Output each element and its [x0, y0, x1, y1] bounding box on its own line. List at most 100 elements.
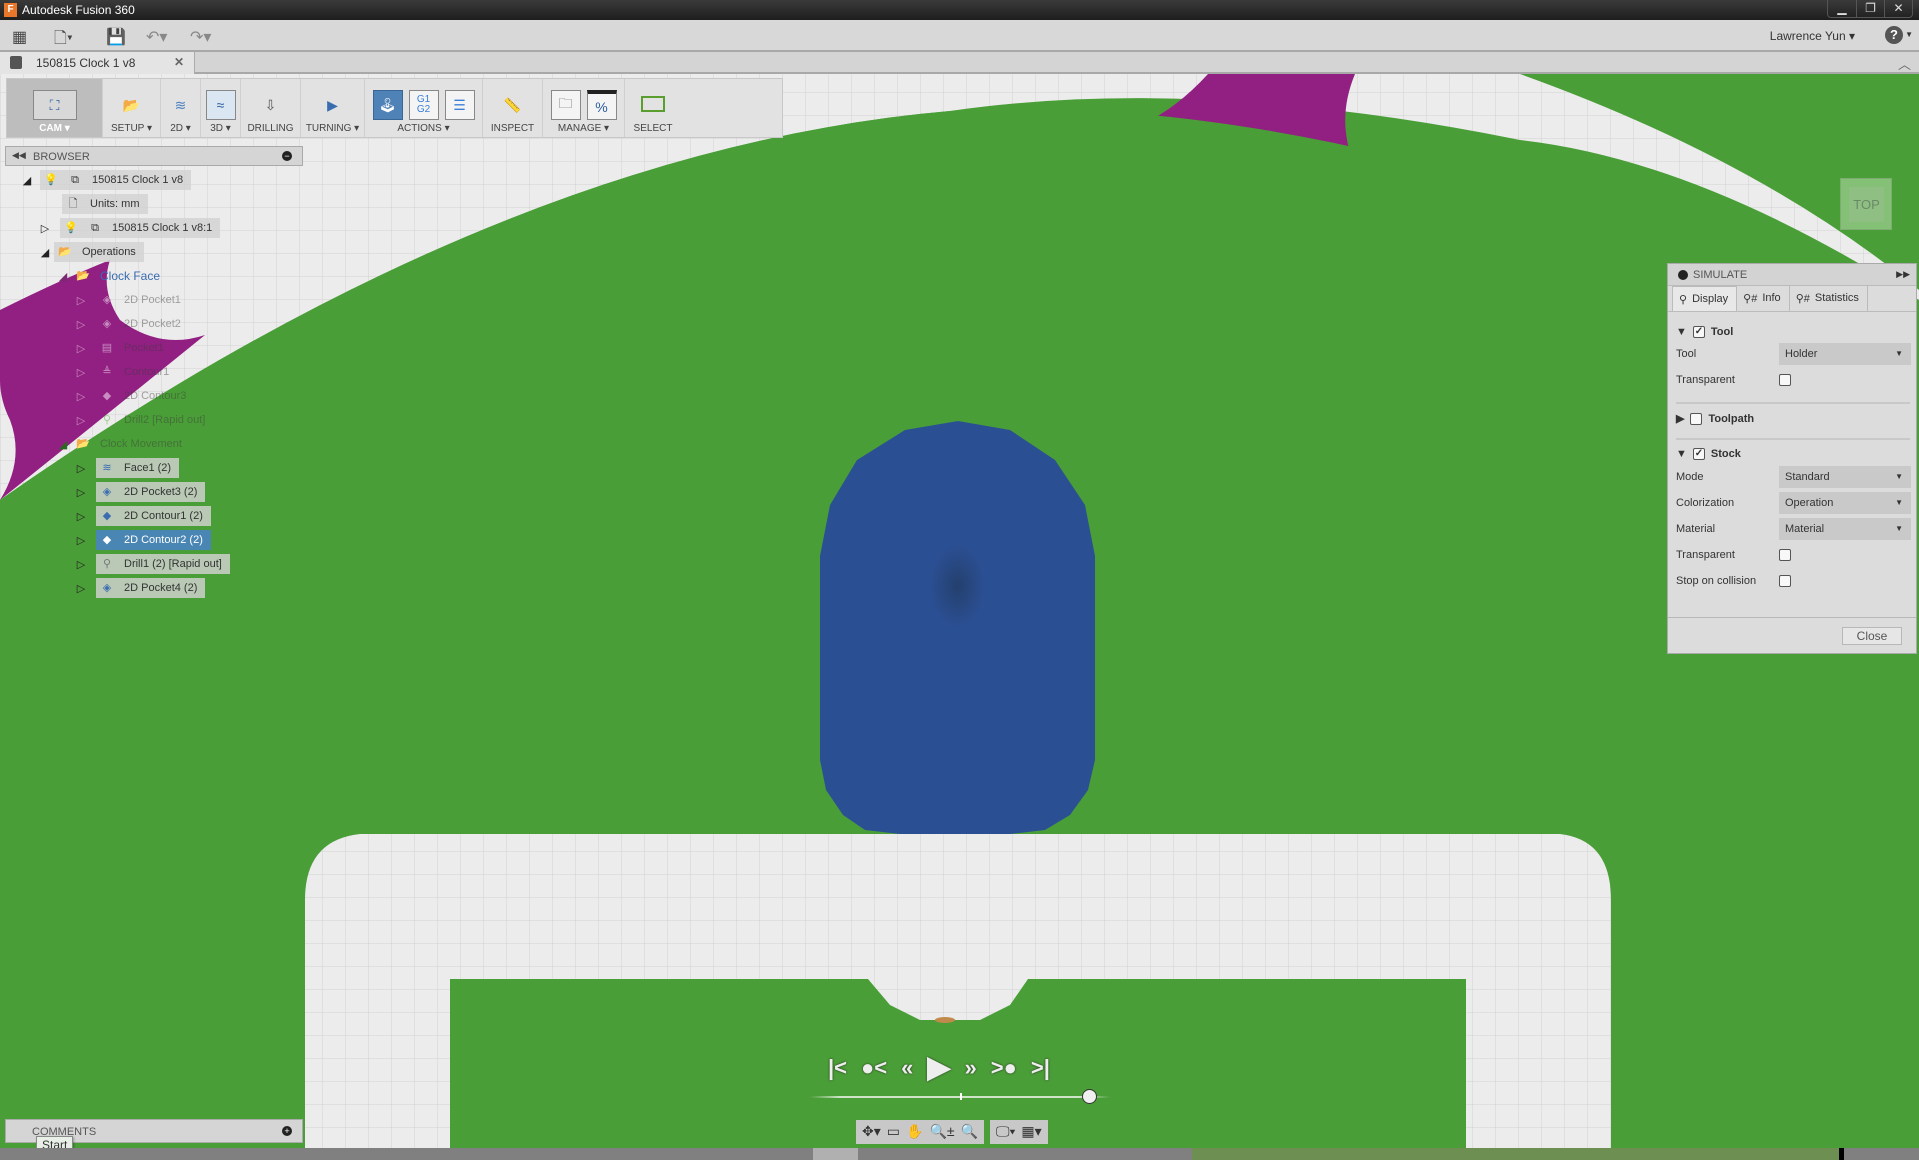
grid-settings-icon[interactable]: ▦▾	[1021, 1123, 1041, 1141]
expand-arrow-icon[interactable]: ▷	[38, 222, 52, 235]
stock-mode-select[interactable]: Standard ▼	[1779, 466, 1911, 488]
timeline-slider-knob[interactable]	[1082, 1089, 1097, 1104]
tree-node-operations[interactable]: ◢ 📂 Operations	[38, 242, 144, 262]
3d-menu[interactable]: ≈ 3D ▾	[201, 79, 241, 137]
tool-library-icon[interactable]: 🗀	[550, 90, 581, 120]
collapse-browser-icon[interactable]: ◀◀	[12, 150, 26, 161]
browser-panel-header[interactable]: ◀◀ BROWSER −	[5, 146, 303, 166]
toolpath-section-header[interactable]: ▶ Toolpath	[1676, 412, 1754, 425]
collapse-arrow-icon[interactable]: ◢	[56, 438, 70, 451]
colorization-select[interactable]: Operation ▼	[1779, 492, 1911, 514]
tab-statistics[interactable]: ⚲# Statistics	[1790, 286, 1868, 311]
tab-info[interactable]: ⚲# Info	[1737, 286, 1790, 311]
viewcube-top-face[interactable]: TOP	[1849, 187, 1884, 222]
expand-arrow-icon[interactable]: ▷	[74, 462, 88, 475]
tree-node-units[interactable]: 🗋 Units: mm	[62, 194, 148, 214]
inspect-menu[interactable]: 📏 INSPECT	[483, 79, 543, 137]
tree-node-operation[interactable]: ▷ ≋ Face1 (2)	[74, 458, 180, 478]
next-operation-icon[interactable]: >●	[991, 1055, 1017, 1081]
toolpath-visible-checkbox[interactable]	[1690, 412, 1703, 425]
tree-node-operation[interactable]: ▷ ≜ Contour1	[74, 362, 177, 382]
step-back-icon[interactable]: «	[901, 1055, 913, 1081]
close-button[interactable]: Close	[1842, 627, 1902, 645]
expand-arrow-icon[interactable]: ▷	[74, 414, 88, 427]
simulate-minimize-icon[interactable]	[1678, 270, 1688, 280]
minimize-button[interactable]: ▁	[1828, 0, 1856, 17]
look-at-icon[interactable]: ▭	[887, 1123, 900, 1141]
drilling-button[interactable]: ⇩ DRILLING	[241, 79, 301, 137]
task-manager-percent-icon[interactable]: %	[586, 90, 617, 120]
setup-menu[interactable]: 📂 SETUP ▾	[103, 79, 161, 137]
visibility-bulb-icon[interactable]: 💡	[44, 173, 58, 187]
post-process-g1g2-icon[interactable]: G1 G2	[408, 90, 439, 120]
tree-node-operation[interactable]: ▷ ◈ 2D Pocket4 (2)	[74, 578, 206, 598]
file-menu-icon[interactable]: 🗋▾	[54, 27, 73, 54]
zoom-icon[interactable]: 🔍±	[929, 1123, 954, 1141]
tool-transparent-checkbox[interactable]	[1779, 374, 1791, 386]
visibility-bulb-icon[interactable]: 💡	[64, 221, 78, 235]
tree-node-operation[interactable]: ▷ ▤ Pocket1	[74, 338, 172, 358]
expand-arrow-icon[interactable]: ▷	[74, 510, 88, 523]
expand-panel-icon[interactable]: ▶▶	[1896, 269, 1910, 280]
go-to-end-icon[interactable]: >|	[1031, 1055, 1050, 1081]
stock-transparent-checkbox[interactable]	[1779, 549, 1791, 561]
tree-node-operation[interactable]: ▷ ◈ 2D Pocket1	[74, 290, 189, 310]
scroll-thumb[interactable]	[813, 1148, 858, 1160]
tree-node-root[interactable]: ◢ 💡 ⧉ 150815 Clock 1 v8	[20, 170, 192, 190]
data-panel-grid-icon[interactable]: ▦	[12, 27, 27, 47]
stop-on-collision-checkbox[interactable]	[1779, 575, 1791, 587]
expand-arrow-icon[interactable]: ▷	[74, 534, 88, 547]
viewcube[interactable]: TOP	[1840, 178, 1892, 230]
collapse-toolbar-icon[interactable]: ︿	[1898, 54, 1911, 73]
expand-arrow-icon[interactable]: ▷	[74, 294, 88, 307]
stock-visible-checkbox[interactable]: ✓	[1692, 448, 1705, 460]
workspace-cam-menu[interactable]: ⛶ CAM ▾	[7, 79, 103, 137]
expand-arrow-icon[interactable]: ▷	[74, 342, 88, 355]
simulate-icon[interactable]: 🕹	[372, 90, 403, 120]
add-comment-icon[interactable]: +	[282, 1126, 292, 1136]
pan-hand-icon[interactable]: ✋	[906, 1123, 923, 1141]
manage-menu[interactable]: 🗀 % MANAGE ▾	[543, 79, 625, 137]
collapse-arrow-icon[interactable]: ◢	[20, 174, 34, 187]
actions-menu[interactable]: 🕹 G1 G2 ☰ ACTIONS ▾	[365, 79, 483, 137]
previous-operation-icon[interactable]: ●<	[861, 1055, 887, 1081]
tool-display-select[interactable]: Holder ▼	[1779, 343, 1911, 365]
expand-arrow-icon[interactable]: ▷	[74, 390, 88, 403]
collapse-arrow-icon[interactable]: ◢	[56, 270, 70, 283]
turning-menu[interactable]: ▶ TURNING ▾	[301, 79, 365, 137]
tree-node-operation-selected[interactable]: ▷ ◆ 2D Contour2 (2)	[74, 530, 211, 550]
step-forward-icon[interactable]: »	[964, 1055, 976, 1081]
go-to-start-icon[interactable]: |<	[828, 1055, 847, 1081]
tool-section-header[interactable]: ▼ ✓ Tool	[1676, 326, 1733, 338]
fit-window-icon[interactable]: 🔍	[961, 1123, 978, 1141]
tab-display[interactable]: ⚲ Display	[1672, 286, 1738, 311]
collapse-arrow-icon[interactable]: ◢	[38, 246, 52, 259]
tree-node-operation[interactable]: ▷ ⚲ Drill2 [Rapid out]	[74, 410, 213, 430]
collapse-triangle-icon[interactable]: ▼	[1676, 448, 1687, 460]
user-account-menu[interactable]: Lawrence Yun ▾	[1770, 29, 1855, 43]
save-icon[interactable]: 💾	[106, 27, 126, 47]
close-window-button[interactable]: ✕	[1884, 0, 1912, 17]
expand-arrow-icon[interactable]: ▷	[74, 318, 88, 331]
tree-node-setup-clock-movement[interactable]: ◢ 📂 Clock Movement	[56, 434, 190, 454]
tool-visible-checkbox[interactable]: ✓	[1692, 326, 1705, 338]
close-tab-icon[interactable]: ✕	[174, 55, 184, 69]
tree-node-operation[interactable]: ▷ ◆ 2D Contour1 (2)	[74, 506, 211, 526]
tree-node-operation[interactable]: ▷ ◈ 2D Pocket3 (2)	[74, 482, 206, 502]
document-tab[interactable]: 150815 Clock 1 v8 ✕	[0, 52, 195, 74]
setup-sheet-icon[interactable]: ☰	[444, 90, 475, 120]
tree-node-operation[interactable]: ▷ ◆ 2D Contour3	[74, 386, 194, 406]
browser-minimize-icon[interactable]: −	[282, 151, 292, 161]
tree-node-setup-clock-face[interactable]: ◢ 📂 Clock Face	[56, 266, 168, 286]
simulation-timeline-slider[interactable]	[810, 1089, 1110, 1104]
play-icon[interactable]: ▶	[927, 1050, 950, 1085]
simulate-panel-header[interactable]: SIMULATE ▶▶	[1668, 264, 1916, 286]
3d-viewport[interactable]: TOP	[0, 74, 1919, 1148]
material-select[interactable]: Material ▼	[1779, 518, 1911, 540]
expand-arrow-icon[interactable]: ▷	[74, 486, 88, 499]
help-dropdown-icon[interactable]: ▼	[1905, 30, 1913, 39]
tree-node-operation[interactable]: ▷ ◈ 2D Pocket2	[74, 314, 189, 334]
help-icon[interactable]: ?	[1885, 26, 1903, 44]
expand-arrow-icon[interactable]: ▷	[74, 582, 88, 595]
stock-section-header[interactable]: ▼ ✓ Stock	[1676, 448, 1741, 460]
